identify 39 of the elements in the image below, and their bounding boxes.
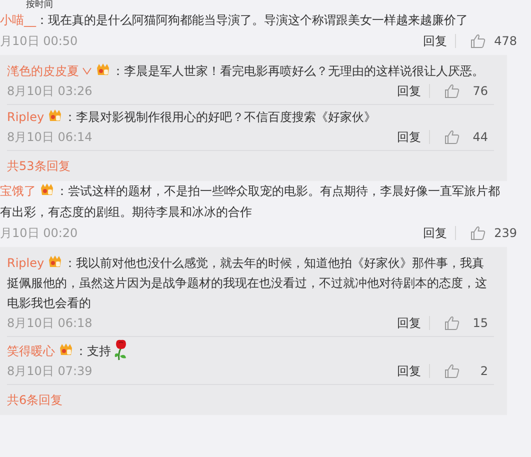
user-name[interactable]: 小喵__	[0, 13, 36, 27]
thumbs-up-icon[interactable]	[444, 83, 460, 99]
user-name[interactable]: 宝饿了	[0, 184, 36, 198]
thumbs-up-icon[interactable]	[470, 225, 486, 241]
reply-time: 8月10日 07:39	[7, 362, 92, 380]
like-count: 2	[479, 364, 488, 378]
thumbs-up-icon[interactable]	[470, 33, 486, 49]
reply-button[interactable]: 回复	[397, 82, 421, 100]
like-count: 239	[494, 226, 517, 240]
like-count: 44	[472, 130, 488, 144]
reply-time: 8月10日 06:18	[7, 314, 92, 332]
reply-time: 8月10日 03:26	[7, 82, 92, 100]
comment-text: 有出彩，有态度的剧组。期待李晨和冰冰的合作	[0, 204, 253, 221]
reply-time: 8月10日 06:14	[7, 128, 92, 146]
reply-button[interactable]: 回复	[423, 224, 448, 242]
user-name[interactable]: Ripley	[7, 110, 44, 124]
like-count: 478	[494, 34, 517, 48]
reply-button[interactable]: 回复	[397, 314, 421, 332]
thumbs-up-icon[interactable]	[444, 363, 460, 379]
thumbs-up-icon[interactable]	[444, 315, 460, 331]
thumbs-up-icon[interactable]	[444, 129, 460, 145]
like-count: 15	[472, 316, 488, 330]
reply-text: 笑得暖心 ：支持	[7, 339, 494, 361]
like-count: 76	[472, 84, 488, 98]
user-name[interactable]: Ripley	[7, 256, 44, 270]
reply-text: Ripley ：我以前对他也没什么感觉，就去年的时候，知道他拍《好家伙》那件事，我真挺佩服他的，虽然这片因为是战争题材的我现在也没看过，不过就冲他对待剧本的态度，这电影我也会看的	[7, 254, 488, 312]
comment-text: 宝饿了 ：尝试这样的题材，不是拍一些哗众取宠的电影。有点期待，李晨好像一直军旅片都	[0, 182, 501, 200]
more-replies-link[interactable]: 共53条回复	[7, 159, 70, 173]
comment-text: 小喵__：现在真的是什么阿猫阿狗都能当导演了。导演这个称谓跟美女一样越来越廉价了	[0, 12, 469, 29]
reply-text: 滗色的皮皮夏 ：李晨是军人世家！看完电影再喷好么？无理由的这样说很让人厌恶。	[7, 61, 494, 81]
comment-time: 月10日 00:20	[0, 224, 78, 242]
comment-time: 月10日 00:50	[0, 32, 78, 50]
reply-button[interactable]: 回复	[423, 32, 448, 50]
reply-text: Ripley ：李晨对影视制作很用心的好吧？不信百度搜索《好家伙》	[7, 108, 378, 126]
reply-button[interactable]: 回复	[397, 362, 421, 380]
user-name[interactable]: 滗色的皮皮夏	[7, 64, 79, 78]
reply-button[interactable]: 回复	[397, 128, 421, 146]
more-replies-link[interactable]: 共6条回复	[7, 393, 63, 407]
user-name[interactable]: 笑得暖心	[7, 344, 55, 358]
